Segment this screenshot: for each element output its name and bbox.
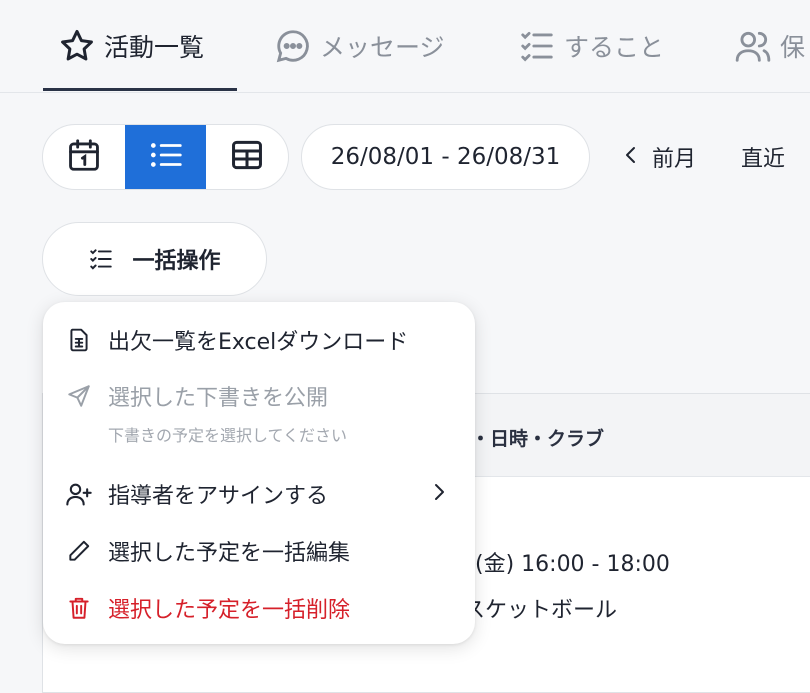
users-icon xyxy=(734,27,772,65)
chevron-left-icon xyxy=(624,145,638,169)
calendar-icon xyxy=(65,136,103,178)
table-view-button[interactable] xyxy=(206,125,288,189)
tab-label: メッセージ xyxy=(320,33,445,62)
menu-item-label: 選択した予定を一括編集 xyxy=(108,541,351,566)
list-view-button[interactable] xyxy=(124,125,207,189)
menu-item-sublabel: 下書きの予定を選択してください xyxy=(108,426,348,445)
top-nav: 活動一覧 メッセージ すること 保 xyxy=(0,0,810,93)
tab-guardians[interactable]: 保 xyxy=(734,0,805,92)
menu-item-download-attendance-excel[interactable]: 出欠一覧をExcelダウンロード xyxy=(43,322,475,358)
table-grid-icon xyxy=(228,136,266,178)
menu-item-publish-drafts[interactable]: 選択した下書きを公開 xyxy=(43,378,475,414)
trash-icon xyxy=(65,594,93,622)
menu-item-bulk-edit[interactable]: 選択した予定を一括編集 xyxy=(43,533,475,569)
tab-activities[interactable]: 活動一覧 xyxy=(58,0,204,92)
checklist-icon xyxy=(88,246,114,272)
calendar-view-button[interactable] xyxy=(43,125,125,189)
recent-label: 直近 xyxy=(741,147,786,172)
bulk-actions-button[interactable]: 一括操作 xyxy=(42,222,267,296)
prev-month-label: 前月 xyxy=(652,147,697,172)
menu-item-assign-coach[interactable]: 指導者をアサインする xyxy=(43,476,475,512)
user-plus-icon xyxy=(65,480,93,508)
star-icon xyxy=(58,27,96,65)
list-icon xyxy=(147,136,185,178)
recent-button[interactable]: 直近 xyxy=(741,124,785,190)
view-toggle xyxy=(42,124,289,190)
pencil-icon xyxy=(65,537,93,565)
menu-item-bulk-delete[interactable]: 選択した予定を一括削除 xyxy=(43,590,475,626)
date-range-value: 26/08/01 - 26/08/31 xyxy=(330,144,561,170)
bulk-actions-label: 一括操作 xyxy=(132,249,221,274)
event-datetime: 7(金) 16:00 - 18:00 xyxy=(461,552,670,577)
table-header-label: ・日時・クラブ xyxy=(471,428,605,450)
menu-item-hint: 下書きの予定を選択してください xyxy=(43,422,475,446)
tab-label: すること xyxy=(564,33,665,62)
menu-item-label: 指導者をアサインする xyxy=(108,484,329,509)
file-spreadsheet-icon xyxy=(65,326,93,354)
tab-todo[interactable]: すること xyxy=(518,0,664,92)
checklist-icon xyxy=(518,27,556,65)
chat-bubble-icon xyxy=(274,27,312,65)
chevron-right-icon xyxy=(433,482,445,506)
prev-month-button[interactable]: 前月 xyxy=(624,124,696,190)
date-range-picker[interactable]: 26/08/01 - 26/08/31 xyxy=(301,124,590,190)
send-icon xyxy=(65,382,93,410)
tab-messages[interactable]: メッセージ xyxy=(274,0,445,92)
menu-item-label: 出欠一覧をExcelダウンロード xyxy=(108,330,409,355)
tab-label: 保 xyxy=(780,33,806,62)
event-club: スケットボール xyxy=(463,598,618,623)
bulk-actions-menu: 出欠一覧をExcelダウンロード 選択した下書きを公開 下書きの予定を選択してく… xyxy=(43,302,475,644)
tab-label: 活動一覧 xyxy=(104,33,205,62)
menu-item-label: 選択した予定を一括削除 xyxy=(108,598,351,623)
active-tab-indicator xyxy=(43,88,237,91)
menu-item-label: 選択した下書きを公開 xyxy=(108,386,329,411)
